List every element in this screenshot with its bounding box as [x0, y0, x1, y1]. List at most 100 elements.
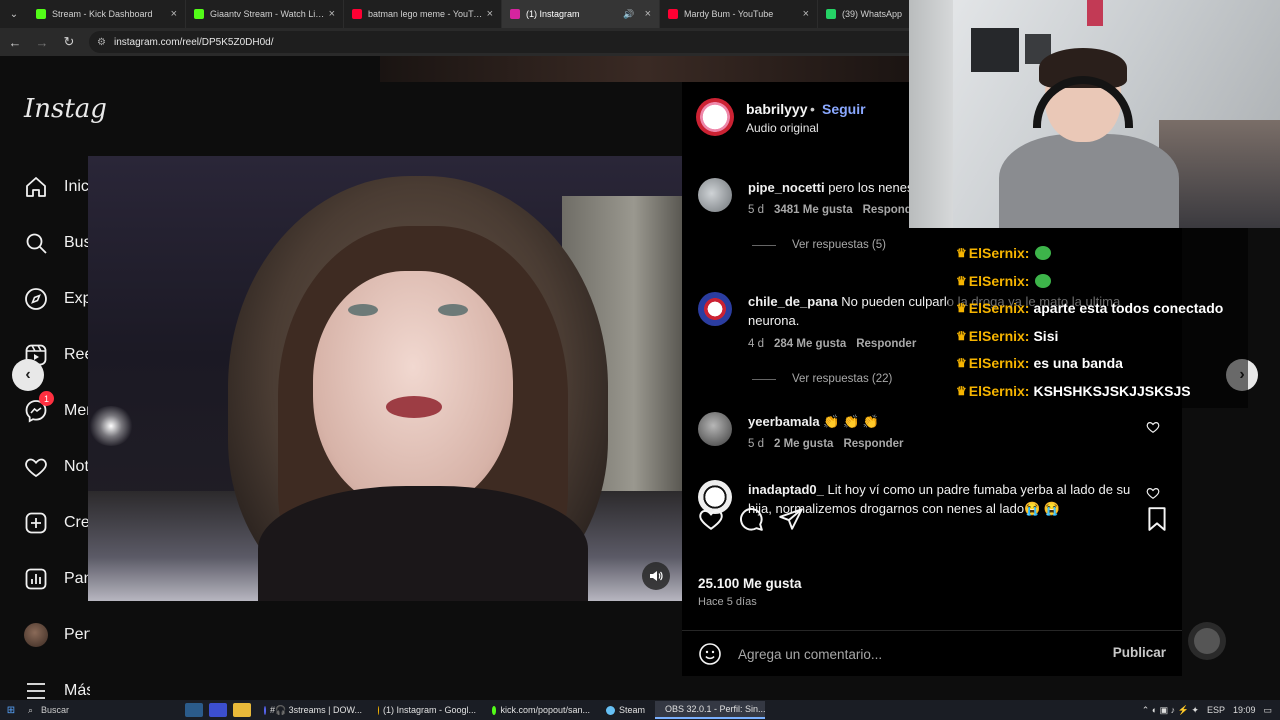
taskbar-app[interactable]: #🎧 3streams | DOW...: [258, 701, 368, 719]
browser-tab[interactable]: Giaantv Stream - Watch Live on ×: [186, 0, 344, 28]
webcam-red-object: [1087, 0, 1103, 26]
tab-title: batman lego meme - YouTube: [368, 9, 483, 19]
coat: [258, 486, 588, 601]
chat-username: ElSernix:: [968, 300, 1030, 317]
sidebar-item[interactable]: Perfil: [22, 620, 102, 650]
messages-bubble-avatar[interactable]: [1188, 622, 1226, 660]
messenger-icon: 1: [22, 391, 54, 425]
chat-message: ♛ ElSernix:: [956, 242, 1052, 264]
chat-text: Sisi: [1033, 327, 1059, 344]
reload-icon[interactable]: ↻: [57, 30, 81, 54]
sidebar-item-label: Explorar: [64, 290, 90, 307]
clock[interactable]: 19:09: [1233, 705, 1256, 715]
chat-text: aparte esta todos conectado: [1033, 300, 1224, 317]
share-paper-plane-icon[interactable]: [778, 506, 804, 532]
like-comment-heart-icon[interactable]: [1146, 420, 1160, 434]
close-tab-icon[interactable]: ×: [329, 8, 335, 20]
audio-toggle-button[interactable]: [642, 562, 670, 590]
audio-link[interactable]: Audio original: [746, 121, 819, 135]
commenter-username[interactable]: chile_de_pana: [748, 294, 838, 309]
reel-video[interactable]: [88, 156, 682, 601]
emoji-icon[interactable]: [698, 642, 722, 666]
comment-likes[interactable]: 284 Me gusta: [774, 338, 846, 350]
view-replies-button[interactable]: Ver respuestas (5): [752, 239, 886, 251]
commenter-avatar[interactable]: [698, 292, 732, 326]
taskbar-app-label: (1) Instagram - Googl...: [382, 705, 476, 715]
chat-username: ElSernix:: [968, 383, 1030, 399]
comment-likes[interactable]: 3481 Me gusta: [774, 204, 853, 216]
taskbar-app[interactable]: Steam: [600, 701, 651, 719]
close-tab-icon[interactable]: ×: [171, 8, 177, 20]
close-tab-icon[interactable]: ×: [487, 8, 493, 20]
save-bookmark-icon[interactable]: [1144, 506, 1170, 532]
commenter-username[interactable]: pipe_nocetti: [748, 180, 825, 195]
forward-arrow-icon[interactable]: →: [30, 30, 54, 54]
vs-pinned-icon[interactable]: [209, 703, 227, 717]
commenter-avatar[interactable]: [698, 412, 732, 446]
crown-icon: ♛: [956, 273, 967, 288]
comment-time: 5 d: [748, 204, 764, 216]
likes-count[interactable]: 25.100 Me gusta: [698, 576, 802, 591]
frog-emote-icon: [1035, 273, 1052, 288]
taskbar-search-label: Buscar: [41, 705, 70, 715]
divider: [752, 244, 776, 246]
windows-taskbar: ⊞ ⌕ Buscar #🎧 3streams | DOW... (1) Insta…: [0, 700, 1280, 720]
frog-emote-icon: [1035, 246, 1052, 260]
comment-time: 5 d: [748, 438, 764, 450]
app-icon: [492, 705, 497, 715]
chat-text: KSHSHKSJSKJJSKSJS: [1033, 383, 1191, 399]
commenter-username[interactable]: inadaptad0_: [748, 482, 824, 497]
comment-bubble-icon[interactable]: [738, 506, 764, 532]
notifications-icon[interactable]: ▭: [1263, 705, 1272, 716]
app-icon: [606, 705, 615, 715]
tab-search-chevron-icon[interactable]: ⌄: [0, 0, 28, 28]
folder-pinned-icon[interactable]: [233, 703, 251, 717]
crown-icon: ♛: [956, 356, 967, 371]
like-heart-icon[interactable]: [698, 506, 724, 532]
webcam-person-body: [999, 134, 1179, 228]
heart-icon: [22, 453, 50, 481]
browser-tab[interactable]: Stream - Kick Dashboard ×: [28, 0, 186, 28]
browser-tab[interactable]: Mardy Bum - YouTube ×: [660, 0, 818, 28]
comment-likes[interactable]: 2 Me gusta: [774, 438, 833, 450]
notification-badge: 1: [39, 391, 54, 406]
browser-tab[interactable]: (1) Instagram 🔊 ×: [502, 0, 660, 28]
instagram-logo[interactable]: Instag: [24, 94, 107, 124]
mouth: [386, 396, 442, 418]
taskbar-search[interactable]: ⌕ Buscar: [22, 702, 182, 718]
steam-pinned-icon[interactable]: [185, 703, 203, 717]
tray-icons[interactable]: ⌃ ◐ ▣ ♪ ⚡ ✦: [1142, 705, 1199, 716]
address-url: instagram.com/reel/DP5K5Z0DH0d/: [113, 36, 274, 48]
webcam-overlay: [909, 0, 1280, 228]
crown-icon: ♛: [956, 384, 967, 398]
language-indicator[interactable]: ESP: [1207, 705, 1225, 715]
taskbar-app[interactable]: OBS 32.0.1 - Perfil: Sin...: [655, 701, 766, 719]
start-windows-icon[interactable]: ⊞: [0, 700, 22, 720]
close-tab-icon[interactable]: ×: [645, 8, 651, 20]
taskbar-app[interactable]: kick.com/popout/san...: [486, 701, 596, 719]
back-arrow-icon[interactable]: ←: [3, 30, 27, 54]
comment-input[interactable]: [738, 644, 1098, 664]
close-tab-icon[interactable]: ×: [803, 8, 809, 20]
publish-button[interactable]: Publicar: [1113, 645, 1166, 660]
browser-tab[interactable]: batman lego meme - YouTube ×: [344, 0, 502, 28]
address-bar[interactable]: ⚙ instagram.com/reel/DP5K5Z0DH0d/: [89, 31, 919, 53]
like-comment-heart-icon[interactable]: [1146, 486, 1160, 500]
eye: [438, 304, 468, 316]
commenter-username[interactable]: yeerbamala: [748, 414, 820, 429]
system-tray: ⌃ ◐ ▣ ♪ ⚡ ✦ ESP 19:09 ▭: [1142, 700, 1272, 720]
taskbar-app[interactable]: (1) Instagram - Googl...: [372, 701, 482, 719]
taskbar-app-label: #🎧 3streams | DOW...: [269, 704, 362, 715]
chat-username: ElSernix:: [968, 327, 1030, 344]
author-avatar[interactable]: [696, 98, 734, 136]
follow-button[interactable]: Seguir: [822, 101, 866, 117]
reply-button[interactable]: Responder: [856, 338, 916, 350]
reply-button[interactable]: Responder: [843, 438, 903, 450]
view-replies-button[interactable]: Ver respuestas (22): [752, 373, 892, 385]
previous-reel-button[interactable]: ‹: [12, 359, 44, 391]
comment-meta: 4 d 284 Me gusta Responder: [748, 338, 916, 350]
tab-audio-icon[interactable]: 🔊: [623, 9, 634, 20]
commenter-avatar[interactable]: [698, 178, 732, 212]
author-username[interactable]: babrilyyy: [746, 101, 807, 117]
site-info-icon[interactable]: ⚙: [97, 37, 106, 48]
